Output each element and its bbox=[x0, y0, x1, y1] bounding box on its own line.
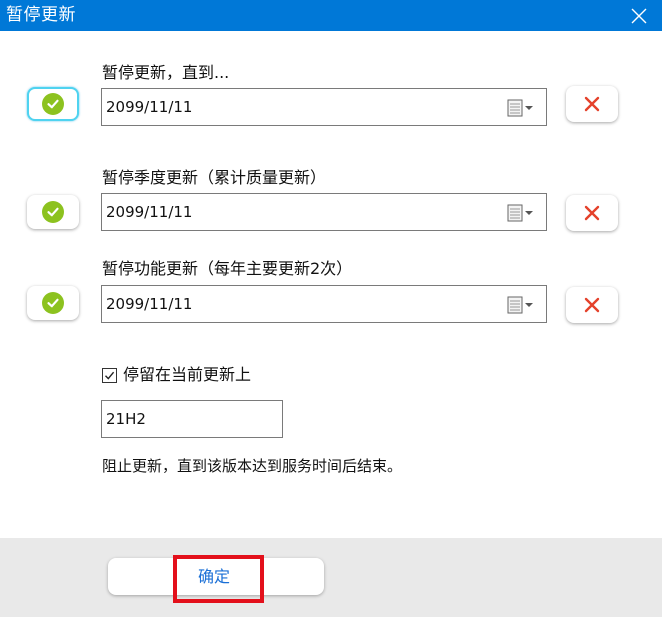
calendar-dropdown-icon[interactable] bbox=[507, 204, 535, 222]
x-icon bbox=[584, 297, 600, 313]
pause-feature-updates-date-value: 2099/11/11 bbox=[106, 295, 193, 313]
checkmark-icon bbox=[42, 93, 64, 115]
title-bar: 暂停更新 bbox=[0, 0, 662, 31]
pause-feature-updates-clear-button[interactable] bbox=[566, 287, 618, 323]
stay-on-current-update-label: 停留在当前更新上 bbox=[123, 365, 252, 384]
pause-updates-confirm-button[interactable] bbox=[27, 87, 79, 121]
checkmark-icon bbox=[42, 292, 64, 314]
dialog-footer: 确定 bbox=[0, 538, 662, 617]
pause-updates-date-value: 2099/11/11 bbox=[106, 98, 193, 116]
calendar-dropdown-icon[interactable] bbox=[507, 296, 535, 314]
checkbox-checked-icon bbox=[102, 367, 117, 383]
stay-on-current-update-checkbox[interactable]: 停留在当前更新上 bbox=[102, 365, 251, 385]
info-text: 阻止更新，直到该版本达到服务时间后结束。 bbox=[102, 457, 403, 475]
pause-feature-updates-date-field[interactable]: 2099/11/11 bbox=[101, 285, 547, 323]
close-button[interactable] bbox=[616, 0, 662, 31]
x-icon bbox=[584, 96, 600, 112]
pause-feature-updates-label: 暂停功能更新（每年主要更新2次） bbox=[102, 259, 353, 278]
version-value: 21H2 bbox=[106, 410, 146, 428]
x-icon bbox=[584, 205, 600, 221]
close-icon bbox=[631, 8, 647, 23]
checkmark-icon bbox=[42, 201, 64, 223]
pause-quality-updates-confirm-button[interactable] bbox=[27, 195, 79, 229]
calendar-dropdown-icon[interactable] bbox=[507, 99, 535, 117]
pause-updates-date-field[interactable]: 2099/11/11 bbox=[101, 88, 547, 126]
pause-updates-clear-button[interactable] bbox=[566, 86, 618, 122]
pause-quality-updates-clear-button[interactable] bbox=[566, 195, 618, 231]
pause-feature-updates-confirm-button[interactable] bbox=[27, 286, 79, 320]
pause-quality-updates-date-field[interactable]: 2099/11/11 bbox=[101, 193, 547, 231]
pause-quality-updates-label: 暂停季度更新（累计质量更新） bbox=[102, 168, 327, 187]
version-input[interactable]: 21H2 bbox=[101, 400, 283, 438]
window-title: 暂停更新 bbox=[6, 5, 76, 25]
pause-quality-updates-date-value: 2099/11/11 bbox=[106, 203, 193, 221]
pause-updates-label: 暂停更新，直到... bbox=[102, 63, 230, 82]
highlight-box bbox=[173, 555, 264, 603]
